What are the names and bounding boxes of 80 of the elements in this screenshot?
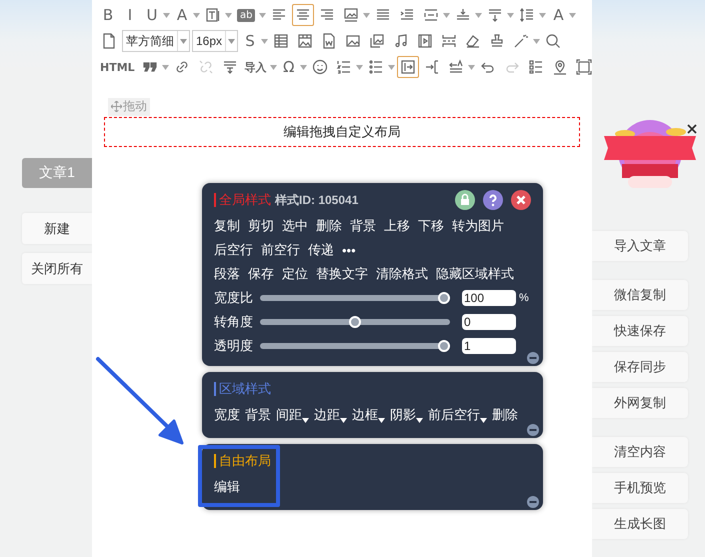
panel-action[interactable]: 前空行 (261, 241, 300, 259)
panel-action[interactable]: ••• (342, 242, 356, 258)
side-button[interactable]: 新建 (22, 213, 92, 244)
caret-icon (180, 38, 187, 44)
slider-thumb[interactable] (438, 340, 450, 352)
caret-icon (480, 418, 487, 423)
toolbar-button[interactable]: S (240, 30, 260, 52)
collapse-icon[interactable] (527, 496, 539, 508)
side-button[interactable]: 导入文章 (592, 231, 688, 261)
style-id: 样式ID: 105041 (275, 192, 358, 208)
caret-icon (378, 418, 385, 423)
panel-action[interactable]: 传递 (308, 241, 334, 259)
value-field[interactable]: 0 (462, 314, 516, 330)
panel-action[interactable]: 复制 (214, 217, 240, 235)
side-button[interactable]: 清空内容 (592, 437, 688, 467)
panel-action[interactable]: 间距 (276, 406, 309, 424)
panel-action[interactable]: 删除 (316, 217, 342, 235)
drag-label: 拖动 (123, 98, 147, 115)
panel-action[interactable]: 边框 (352, 406, 385, 424)
panel-action[interactable]: 隐藏区域样式 (436, 265, 514, 283)
toolbar-button[interactable]: Ω (278, 56, 299, 78)
panel-action[interactable]: 背景 (245, 406, 271, 424)
side-button[interactable]: 外网复制 (592, 388, 688, 418)
dropdown-field[interactable]: 苹方简细 (122, 30, 190, 52)
side-button[interactable]: 微信复制 (592, 280, 688, 310)
panel-action[interactable]: 背景 (350, 217, 376, 235)
panel-action[interactable]: 前后空行 (428, 406, 487, 424)
panel-action[interactable]: 段落 (214, 265, 240, 283)
lock-icon[interactable] (455, 190, 475, 210)
toolbar-button[interactable]: U (142, 4, 162, 26)
slider-label: 转角度 (214, 313, 254, 331)
panel-action[interactable]: 删除 (492, 406, 518, 424)
collapse-icon[interactable] (527, 352, 539, 364)
value-field[interactable]: 100 (462, 290, 516, 306)
slider-label: 宽度比 (214, 289, 254, 307)
close-icon[interactable] (511, 190, 531, 210)
panel-action[interactable]: 编辑 (214, 478, 240, 496)
toolbar-button[interactable]: 导入 (242, 56, 269, 78)
side-button[interactable]: 保存同步 (592, 352, 688, 382)
panel-action[interactable]: 剪切 (248, 217, 274, 235)
slider-thumb[interactable] (349, 316, 361, 328)
close-icon[interactable] (687, 124, 697, 134)
caret-icon (228, 38, 236, 44)
caret-icon (416, 418, 423, 423)
caret-icon (302, 418, 309, 423)
panel-action[interactable]: 后空行 (214, 241, 253, 259)
panel-action[interactable]: 保存 (248, 265, 274, 283)
slider-label: 透明度 (214, 337, 254, 355)
panel-action[interactable]: 选中 (282, 217, 308, 235)
panel-action[interactable]: 下移 (418, 217, 444, 235)
caret-icon (340, 418, 347, 423)
toolbar-button[interactable]: A (172, 4, 192, 26)
panel-action[interactable]: 宽度 (214, 406, 240, 424)
panel-action[interactable]: 清除格式 (376, 265, 428, 283)
toolbar-button[interactable]: I (120, 4, 140, 26)
toolbar-button[interactable]: B (98, 4, 118, 26)
panel-title: 自由布局 (219, 452, 271, 470)
collapse-icon[interactable] (527, 424, 539, 436)
panel-title: 区域样式 (219, 380, 271, 398)
toolbar-button[interactable]: HTML (98, 56, 137, 78)
toolbar-button[interactable]: ab (237, 8, 256, 22)
panel-action[interactable]: 边距 (314, 406, 347, 424)
value-field[interactable]: 1 (462, 338, 516, 354)
layout-box[interactable]: 编辑拖拽自定义布局 (104, 117, 580, 147)
side-button[interactable]: 关闭所有 (22, 253, 92, 284)
move-icon (111, 101, 122, 112)
slider-thumb[interactable] (438, 292, 450, 304)
panel-title: 全局样式 (219, 191, 271, 209)
panel-action[interactable]: 定位 (282, 265, 308, 283)
panel-action[interactable]: 阴影 (390, 406, 423, 424)
panel-action[interactable]: 替换文字 (316, 265, 368, 283)
side-button[interactable]: 手机预览 (592, 473, 688, 503)
toolbar-button[interactable]: A (548, 4, 568, 26)
unit-label: % (519, 292, 529, 304)
side-button[interactable]: 快速保存 (592, 316, 688, 346)
help-icon[interactable] (483, 190, 503, 210)
panel-action[interactable]: 上移 (384, 217, 410, 235)
dropdown-field[interactable]: 16px (192, 30, 238, 52)
panel-action[interactable]: 转为图片 (452, 217, 504, 235)
side-button[interactable]: 生成长图 (592, 509, 688, 539)
